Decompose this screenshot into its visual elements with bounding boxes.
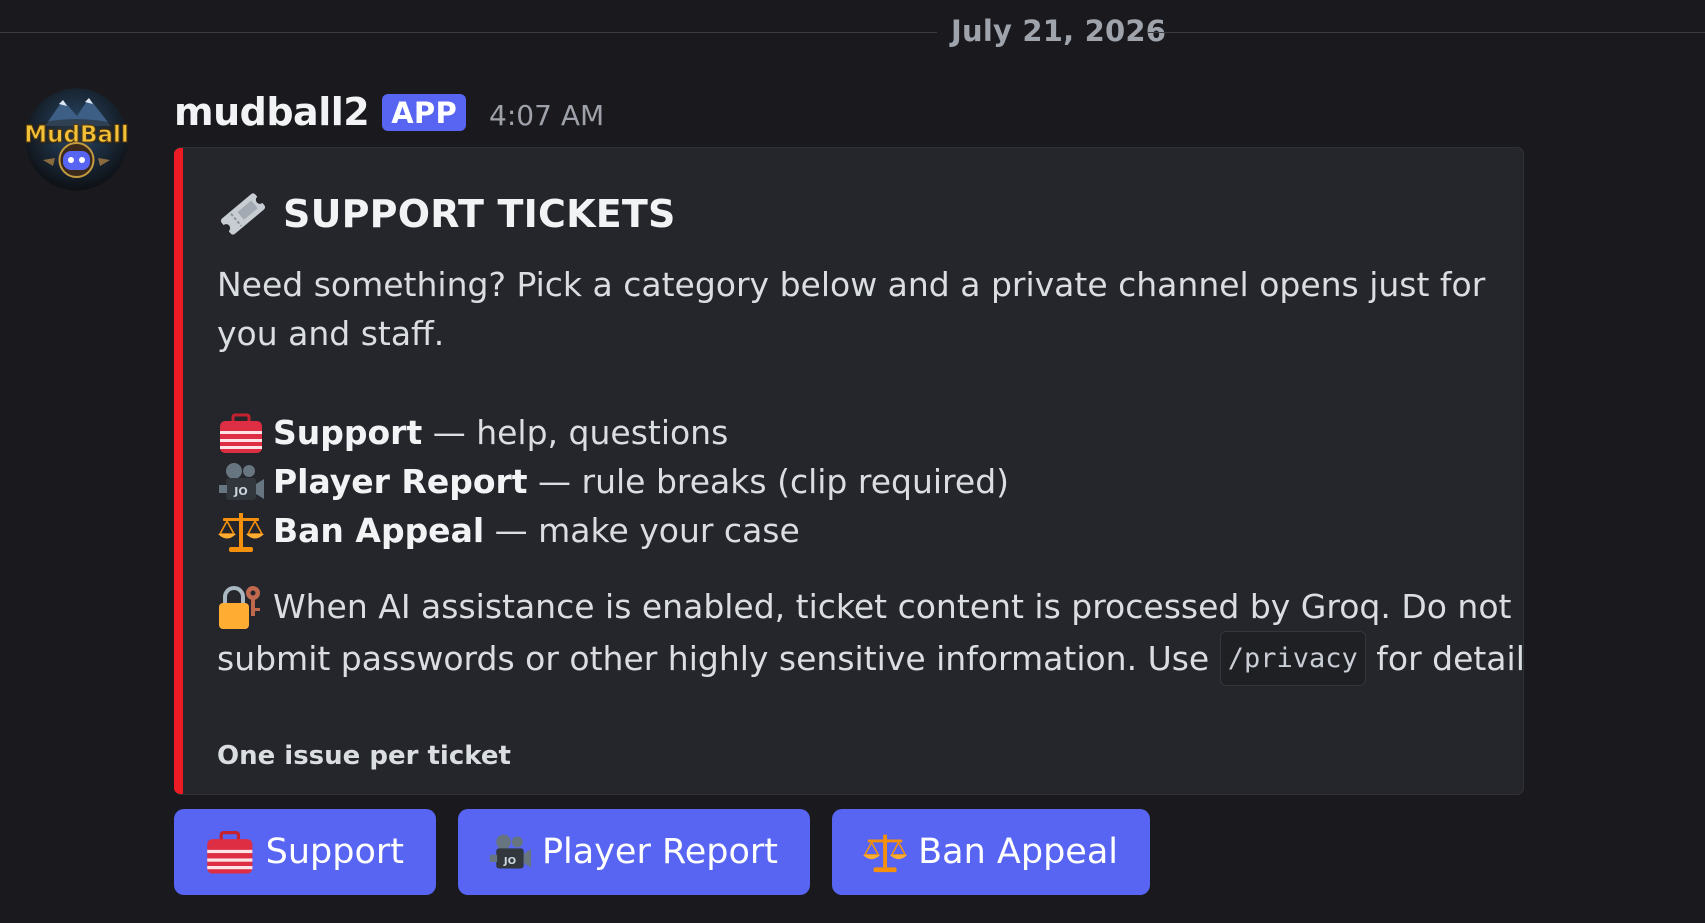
category-label-ban-appeal: Ban Appeal [273,511,485,550]
date-divider-line-left [0,32,937,33]
privacy-command-code[interactable]: /privacy [1219,631,1366,686]
privacy-notice-text3: for details. [1376,639,1524,678]
toolbox-icon [207,831,253,874]
embed-card: SUPPORT TICKETS Need something? Pick a c… [174,147,1524,795]
embed-intro-line1: Need something? Pick a category below an… [217,265,1486,304]
ban-appeal-button-label: Ban Appeal [918,832,1118,872]
scales-icon [218,512,264,552]
category-desc-support: — help, questions [422,413,729,452]
embed-intro-line2: you and staff. [217,314,445,353]
player-report-button[interactable]: JO Player Report [458,809,810,895]
embed-title: SUPPORT TICKETS [217,188,676,240]
ban-appeal-button[interactable]: Ban Appeal [832,809,1150,895]
support-button-label: Support [265,832,404,872]
avatar[interactable]: MudBall [24,88,129,191]
date-divider: July 21, 2026 [0,14,1705,54]
privacy-notice-line1: When AI assistance is enabled, ticket co… [217,582,1523,631]
ticket-icon [220,193,266,235]
embed-intro: Need something? Pick a category below an… [217,260,1485,358]
username[interactable]: mudball2 [174,90,370,134]
timestamp[interactable]: 4:07 AM [489,99,604,132]
svg-text:JO: JO [233,485,247,498]
lock-key-icon [219,585,260,629]
mudball-logo-avatar-icon: MudBall [24,88,129,191]
date-divider-line-right [1148,32,1705,33]
toolbox-icon [220,413,262,453]
category-list: Support — help, questions JO Player Repo… [217,408,1009,555]
movie-camera-icon: JO [489,834,532,869]
category-desc-ban-appeal: — make your case [484,511,800,550]
svg-text:JO: JO [503,856,517,867]
message-header: mudball2 APP 4:07 AM [174,88,604,136]
chat-page: July 21, 2026 MudBall mudball2 APP 4:07 … [0,0,1705,923]
movie-camera-icon: JO [219,462,264,500]
scales-icon [862,834,908,873]
category-item-support: Support — help, questions [217,408,1009,457]
player-report-button-label: Player Report [541,832,778,872]
app-badge: APP [382,93,467,131]
ticket-buttons: Support JO Player Report Ban Appeal [174,809,1150,895]
privacy-notice-text2: submit passwords or other highly sensiti… [217,639,1220,678]
privacy-notice-line2: submit passwords or other highly sensiti… [217,631,1524,686]
embed-footer: One issue per ticket [217,741,511,771]
category-item-ban-appeal: Ban Appeal — make your case [217,506,1009,555]
category-desc-player-report: — rule breaks (clip required) [527,462,1010,501]
embed-title-text: SUPPORT TICKETS [283,192,676,236]
embed-accent-bar [174,148,183,794]
category-label-support: Support [273,413,423,452]
support-button[interactable]: Support [174,809,436,895]
category-label-player-report: Player Report [273,462,528,501]
privacy-notice: When AI assistance is enabled, ticket co… [217,582,1524,686]
date-divider-text: July 21, 2026 [951,14,1167,48]
privacy-notice-text1: When AI assistance is enabled, ticket co… [273,587,1512,626]
category-item-player-report: JO Player Report — rule breaks (clip req… [217,457,1009,506]
